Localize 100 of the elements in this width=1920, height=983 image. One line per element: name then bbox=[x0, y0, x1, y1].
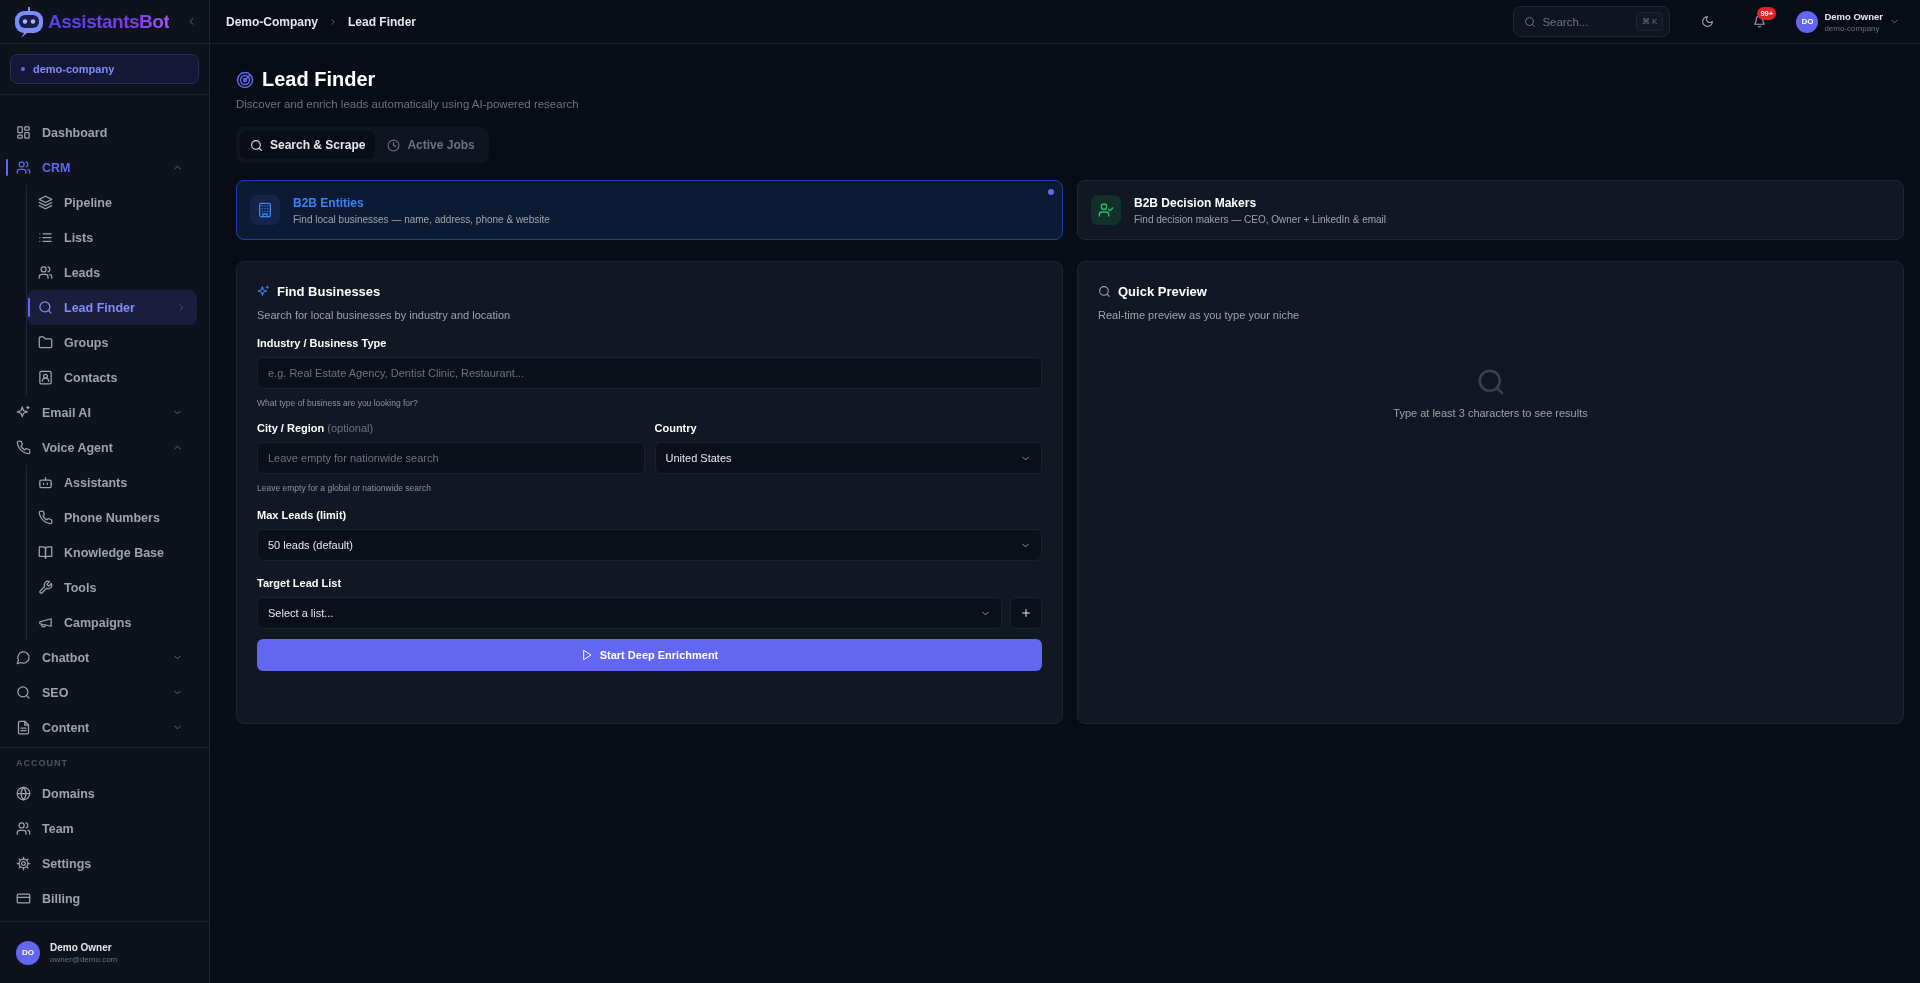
nav-item[interactable]: Campaigns bbox=[27, 605, 197, 640]
shortcut-hint: ⌘ K bbox=[1635, 12, 1664, 31]
mode-card[interactable]: B2B Entities Find local businesses — name, address, phone & website bbox=[236, 180, 1063, 240]
building-icon bbox=[257, 202, 273, 218]
moon-icon bbox=[1700, 15, 1714, 28]
nav-item[interactable]: Tools bbox=[27, 570, 197, 605]
dropdown[interactable]: Select a list... bbox=[257, 597, 1002, 629]
user-avatar: DO bbox=[16, 940, 40, 965]
field-label: Max Leads (limit) bbox=[257, 509, 348, 521]
radar-icon bbox=[236, 70, 254, 89]
card-subtitle: Search for local businesses by industry and location bbox=[257, 309, 512, 321]
page-subtitle: Discover and enrich leads automatically using AI-powered research bbox=[236, 98, 580, 110]
nav-item[interactable]: Email AI bbox=[0, 395, 197, 430]
robot-logo-icon bbox=[12, 4, 46, 39]
selected-indicator bbox=[1048, 189, 1054, 195]
dropdown[interactable]: 50 leads (default) bbox=[257, 529, 1042, 561]
mode-description: Find local businesses — name, address, phone & website bbox=[293, 213, 550, 225]
field-label: Target Lead List bbox=[257, 577, 343, 589]
nav-item[interactable]: Content bbox=[0, 710, 197, 745]
nav-item[interactable]: Contacts bbox=[27, 360, 197, 395]
chevron-right-icon bbox=[328, 16, 338, 27]
list-icon bbox=[38, 230, 53, 245]
phone-icon bbox=[38, 510, 53, 525]
add-list-button[interactable] bbox=[1010, 597, 1042, 629]
document-icon bbox=[16, 720, 31, 735]
search-icon bbox=[1098, 285, 1111, 298]
nav-item[interactable]: Lead Finder bbox=[27, 290, 197, 325]
field-label: Industry / Business Type bbox=[257, 337, 388, 349]
nav-item[interactable]: Chatbot bbox=[0, 640, 197, 675]
settings-icon bbox=[16, 856, 31, 871]
mode-card[interactable]: B2B Decision Makers Find decision makers — CEO, Owner + LinkedIn & email bbox=[1077, 180, 1904, 240]
nav-item[interactable]: SEO bbox=[0, 675, 197, 710]
nav-item[interactable]: Knowledge Base bbox=[27, 535, 197, 570]
tab[interactable]: Active Jobs bbox=[377, 131, 485, 159]
nav-item[interactable]: Groups bbox=[27, 325, 197, 360]
card-title: Quick Preview bbox=[1118, 284, 1207, 299]
field-hint: Leave empty for a global or nationwide search bbox=[257, 483, 432, 493]
search-field[interactable]: Search... ⌘ K bbox=[1513, 6, 1671, 37]
user-avatar: DO bbox=[1796, 10, 1819, 33]
user-name: Demo Owner bbox=[1824, 10, 1883, 22]
clock-icon bbox=[387, 138, 401, 152]
section-heading: ACCOUNT bbox=[15, 758, 69, 770]
user-email: owner@demo.com bbox=[50, 954, 118, 964]
nav-item[interactable]: Domains bbox=[0, 776, 197, 811]
nav-item[interactable]: Team bbox=[0, 811, 197, 846]
nav-item[interactable]: Phone Numbers bbox=[27, 500, 197, 535]
search-icon bbox=[250, 138, 263, 152]
nav-item[interactable]: Dashboard bbox=[0, 115, 197, 150]
mode-description: Find decision makers — CEO, Owner + LinkedIn & email bbox=[1134, 213, 1387, 225]
input-field[interactable]: e.g. Real Estate Agency, Dentist Clinic, Restaurant... bbox=[257, 357, 1042, 389]
field-label: Country bbox=[654, 422, 698, 434]
plus-icon bbox=[1020, 607, 1032, 619]
nav-item[interactable]: CRM bbox=[0, 150, 197, 185]
field-label: City / Region (optional) bbox=[257, 422, 375, 434]
search-icon bbox=[38, 300, 53, 315]
user-name: Demo Owner bbox=[50, 941, 113, 953]
sparkles-icon bbox=[257, 285, 270, 298]
card-subtitle: Real-time preview as you type your niche bbox=[1098, 309, 1301, 321]
nav-item[interactable]: Voice Agent bbox=[0, 430, 197, 465]
breadcrumb-item: Lead Finder bbox=[348, 14, 417, 29]
users-icon bbox=[16, 160, 31, 175]
chat-bubble-icon bbox=[16, 650, 31, 665]
grid-icon bbox=[16, 125, 31, 140]
search-icon bbox=[16, 685, 31, 700]
nav-item[interactable]: Settings bbox=[0, 846, 197, 881]
megaphone-icon bbox=[38, 615, 53, 630]
sparkles-icon bbox=[16, 405, 31, 420]
book-icon bbox=[38, 545, 53, 560]
input-field[interactable]: Leave empty for nationwide search bbox=[257, 442, 645, 474]
page-title: Lead Finder bbox=[262, 68, 376, 91]
dropdown[interactable]: United States bbox=[654, 442, 1042, 474]
user-menu-button[interactable]: DO Demo Owner demo-company bbox=[1796, 10, 1900, 33]
users-icon bbox=[16, 821, 31, 836]
nav-item[interactable]: Lists bbox=[27, 220, 197, 255]
wrench-icon bbox=[38, 580, 53, 595]
layers-icon bbox=[38, 195, 53, 210]
organization-name: demo-company bbox=[1824, 23, 1881, 33]
tab[interactable]: Search & Scrape bbox=[240, 131, 376, 159]
users-icon bbox=[38, 265, 53, 280]
credit-card-icon bbox=[16, 891, 31, 906]
mode-title: B2B Decision Makers bbox=[1134, 195, 1258, 210]
nav-item[interactable]: Leads bbox=[27, 255, 197, 290]
nav-item[interactable]: Billing bbox=[0, 881, 197, 916]
folder-icon bbox=[38, 335, 53, 350]
field-hint: What type of business are you looking for? bbox=[257, 398, 419, 408]
card-title: Find Businesses bbox=[277, 284, 381, 299]
user-check-icon bbox=[1098, 202, 1114, 218]
workspace-selector[interactable]: demo-company bbox=[10, 54, 199, 84]
breadcrumb-item[interactable]: Demo-Company bbox=[226, 14, 318, 29]
play-icon bbox=[580, 649, 593, 661]
phone-icon bbox=[16, 440, 31, 455]
bell-icon bbox=[1752, 15, 1766, 28]
search-icon bbox=[1524, 15, 1537, 28]
nav-item[interactable]: Assistants bbox=[27, 465, 197, 500]
mode-title: B2B Entities bbox=[293, 195, 365, 210]
robot-icon bbox=[38, 475, 53, 490]
start-enrichment-button[interactable]: Start Deep Enrichment bbox=[257, 639, 1042, 671]
globe-icon bbox=[16, 786, 31, 801]
empty-state-message: Type at least 3 characters to see results bbox=[1393, 407, 1588, 419]
nav-item[interactable]: Pipeline bbox=[27, 185, 197, 220]
